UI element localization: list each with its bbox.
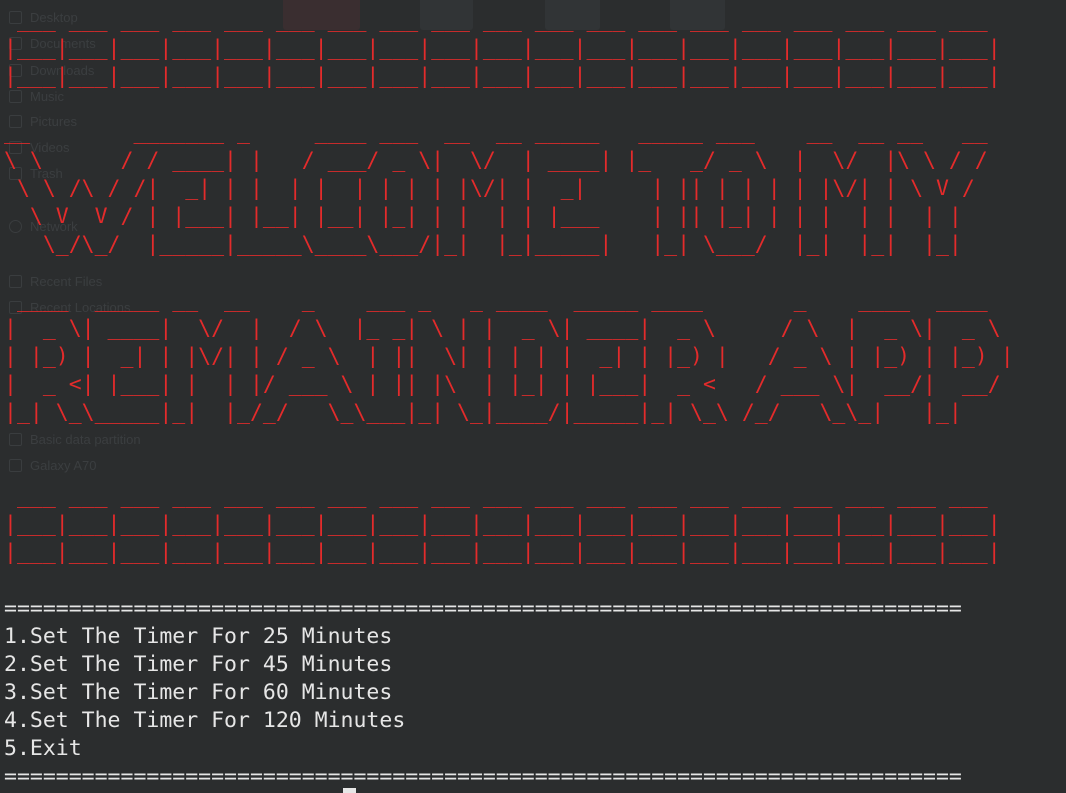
top-bar-line: ___ ___ ___ ___ ___ ___ ___ ___ ___ ___ …: [4, 8, 1001, 33]
welcome-art-line: __ _______ _ ____ ___ __ __ _____ _____ …: [4, 120, 988, 145]
menu-option-4: 4.Set The Timer For 120 Minutes: [4, 708, 406, 733]
menu-separator: ========================================…: [4, 596, 962, 621]
welcome-art-line: \ V V / | |___| |__| |__| |_| | | | | |_…: [4, 204, 988, 229]
text-cursor: [343, 788, 356, 793]
bottom-bar-line: ___ ___ ___ ___ ___ ___ ___ ___ ___ ___ …: [4, 484, 1001, 509]
welcome-art-line: \ \ / / ____| | / ___/ _ \| \/ | ____| |…: [4, 148, 988, 173]
app-name-art-line: | _ \| ____| \/ | / \ |_ _| \ | | _ \| _…: [4, 316, 1014, 341]
bottom-bar-line: |___|___|___|___|___|___|___|___|___|___…: [4, 540, 1001, 565]
menu-option-exit: 5.Exit: [4, 736, 82, 761]
menu-option-1: 1.Set The Timer For 25 Minutes: [4, 624, 393, 649]
app-name-art-line: | |_) | _| | |\/| | / _ \ | || \| | | | …: [4, 344, 1014, 369]
top-bar-line: |___|___|___|___|___|___|___|___|___|___…: [4, 64, 1001, 89]
top-bar-line: |___|___|___|___|___|___|___|___|___|___…: [4, 36, 1001, 61]
welcome-art-line: \_/\_/ |_____|_____\____\___/|_| |_|____…: [4, 232, 988, 257]
app-name-art-line: ____ _____ __ __ _ ___ _ _ ____ _____ __…: [4, 288, 1014, 313]
bottom-bar-line: |___|___|___|___|___|___|___|___|___|___…: [4, 512, 1001, 537]
menu-separator: ========================================…: [4, 764, 962, 789]
terminal-window[interactable]: ___ ___ ___ ___ ___ ___ ___ ___ ___ ___ …: [4, 7, 1014, 791]
app-name-art-line: |_| \_\_____|_| |_/_/ \_\___|_| \_|____/…: [4, 400, 1014, 425]
welcome-art-line: \ \ /\ / /| _| | | | | | | | | |\/| | _|…: [4, 176, 988, 201]
app-name-art-line: | _ <| |___| | | |/ ___ \ | || |\ | |_| …: [4, 372, 1014, 397]
menu-option-3: 3.Set The Timer For 60 Minutes: [4, 680, 393, 705]
menu-option-2: 2.Set The Timer For 45 Minutes: [4, 652, 393, 677]
